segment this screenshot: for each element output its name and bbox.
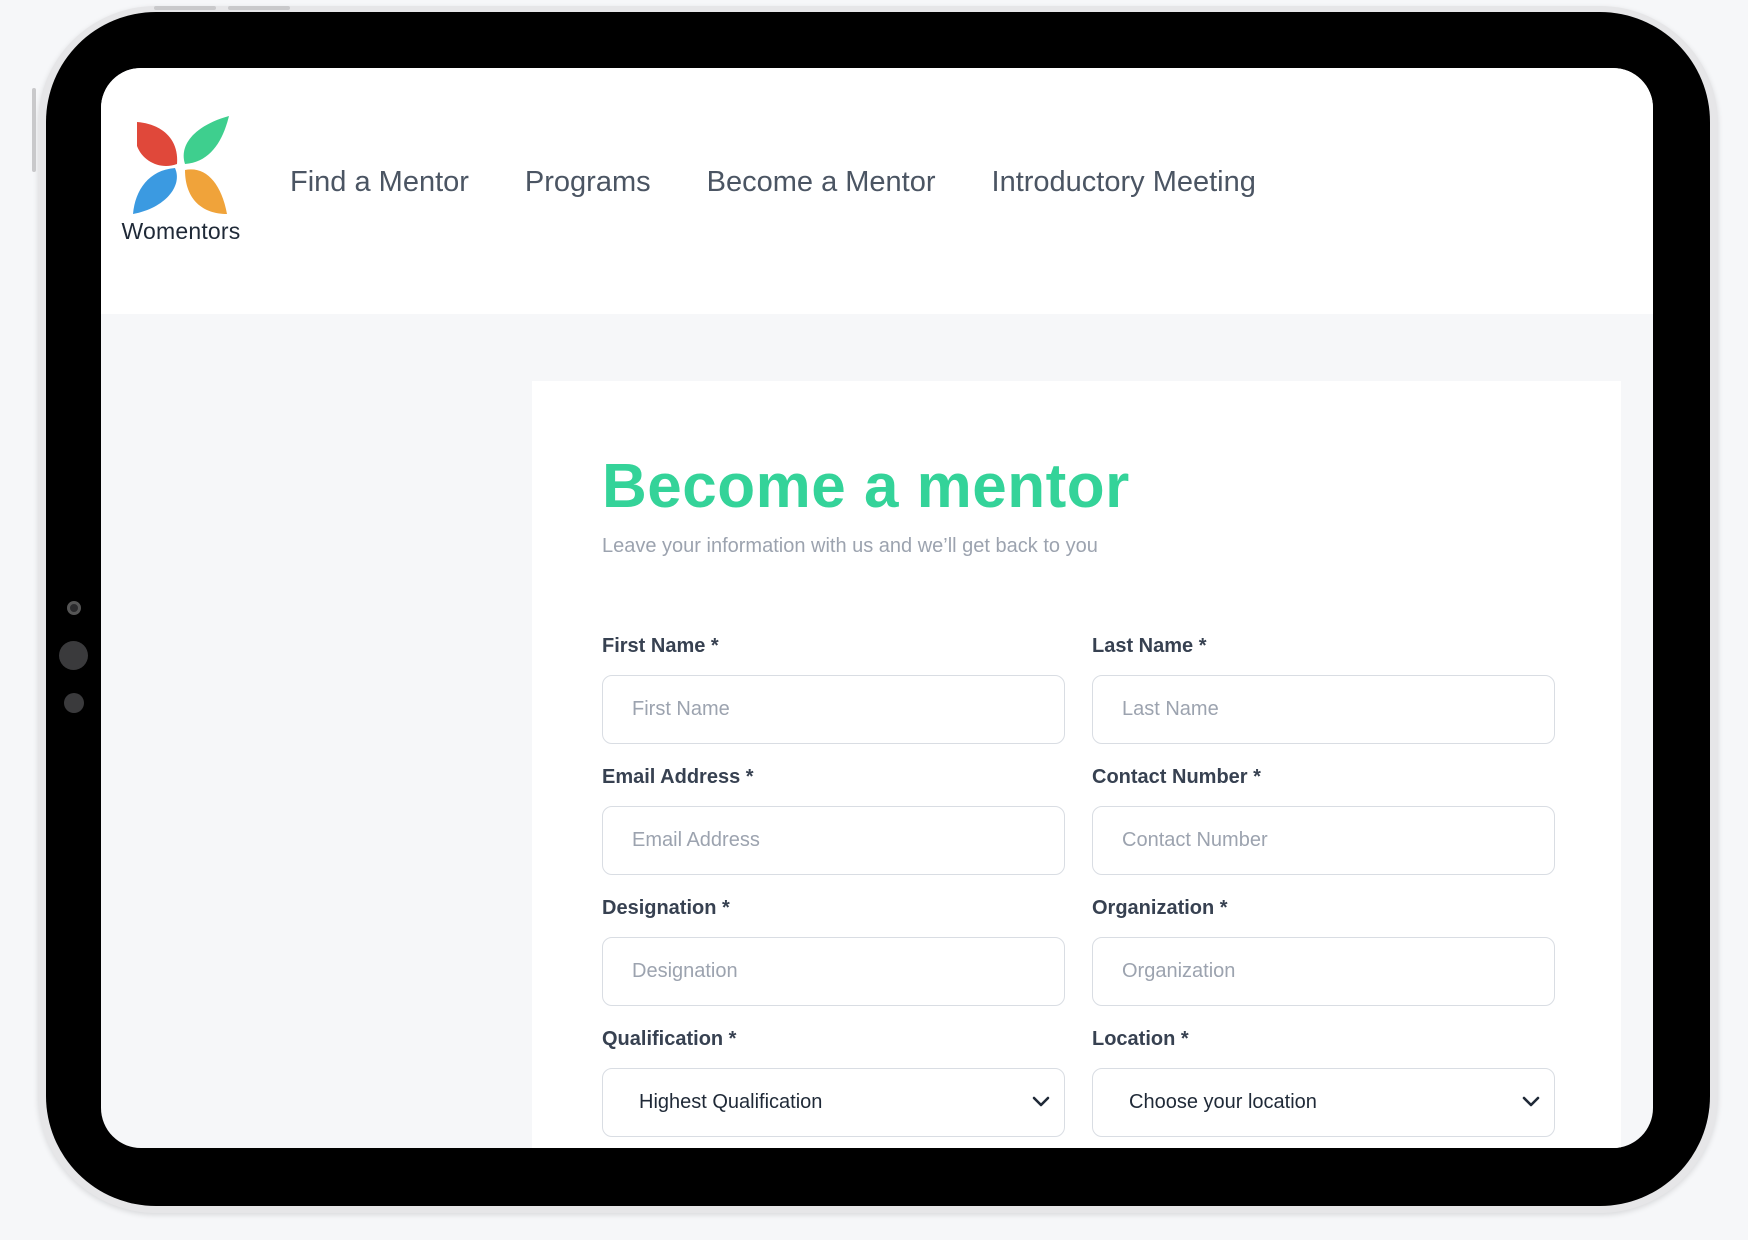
first-name-field: First Name * First Name (602, 635, 1065, 744)
site-header: Womentors Find a Mentor Programs Become … (101, 68, 1653, 314)
first-name-label: First Name * (602, 635, 719, 657)
first-name-input[interactable]: First Name (602, 675, 1065, 744)
power-button (32, 88, 36, 172)
chevron-down-icon (1032, 1096, 1050, 1107)
location-label: Location * (1092, 1028, 1189, 1050)
nav-become-a-mentor[interactable]: Become a Mentor (707, 166, 936, 199)
device-screen: Womentors Find a Mentor Programs Become … (101, 68, 1653, 1148)
nav-find-a-mentor[interactable]: Find a Mentor (290, 166, 469, 199)
location-field: Location * Choose your location (1092, 1028, 1555, 1137)
contact-number-label: Contact Number * (1092, 766, 1261, 788)
organization-label: Organization * (1092, 897, 1228, 919)
email-label: Email Address * (602, 766, 754, 788)
contact-number-input[interactable]: Contact Number (1092, 806, 1555, 875)
designation-input[interactable]: Designation (602, 937, 1065, 1006)
volume-button (154, 6, 216, 10)
page-title: Become a mentor (602, 452, 1130, 521)
page-subtitle: Leave your information with us and we’ll… (602, 535, 1098, 557)
qualification-select[interactable]: Highest Qualification (602, 1068, 1065, 1137)
flower-logo-icon (133, 116, 229, 214)
designation-label: Designation * (602, 897, 730, 919)
nav-introductory-meeting[interactable]: Introductory Meeting (992, 166, 1256, 199)
email-input[interactable]: Email Address (602, 806, 1065, 875)
nav-programs[interactable]: Programs (525, 166, 651, 199)
brand-name: Womentors (121, 218, 241, 244)
brand-logo[interactable]: Womentors (119, 116, 243, 246)
chevron-down-icon (1522, 1096, 1540, 1107)
last-name-input[interactable]: Last Name (1092, 675, 1555, 744)
last-name-label: Last Name * (1092, 635, 1207, 657)
designation-field: Designation * Designation (602, 897, 1065, 1006)
qualification-label: Qualification * (602, 1028, 737, 1050)
organization-field: Organization * Organization (1092, 897, 1555, 1006)
qualification-selected-value: Highest Qualification (639, 1091, 823, 1113)
camera-icon (67, 601, 81, 615)
sensor-dot (59, 641, 88, 670)
last-name-field: Last Name * Last Name (1092, 635, 1555, 744)
main-nav: Find a Mentor Programs Become a Mentor I… (290, 166, 1256, 199)
organization-input[interactable]: Organization (1092, 937, 1555, 1006)
email-field: Email Address * Email Address (602, 766, 1065, 875)
contact-number-field: Contact Number * Contact Number (1092, 766, 1555, 875)
volume-button (228, 6, 290, 10)
location-selected-value: Choose your location (1129, 1091, 1317, 1113)
sensor-dot (64, 693, 84, 713)
qualification-field: Qualification * Highest Qualification (602, 1028, 1065, 1137)
mentor-form-card: Become a mentor Leave your information w… (532, 381, 1621, 1148)
location-select[interactable]: Choose your location (1092, 1068, 1555, 1137)
